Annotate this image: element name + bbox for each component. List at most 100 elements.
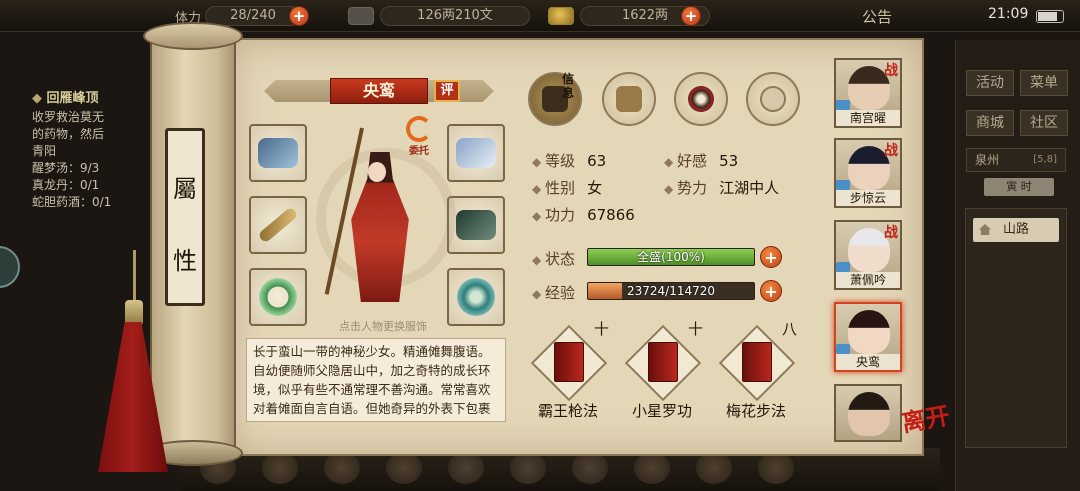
attributes-tab[interactable]: 屬 性 xyxy=(165,128,205,306)
exp-text: 23724/114720 xyxy=(626,284,716,298)
attributes-tab-char-1: 屬 xyxy=(173,175,197,203)
gold-ingot-icon xyxy=(548,7,574,25)
pendant-icon xyxy=(457,278,495,316)
exp-plus-button[interactable]: + xyxy=(760,280,782,302)
leave-button[interactable]: 离开 xyxy=(900,401,960,460)
menu-button[interactable]: 菜单 xyxy=(1020,70,1068,96)
silver-icon xyxy=(348,7,374,25)
roster-member[interactable]: 战 萧佩吟 xyxy=(834,220,902,290)
nav-icon[interactable] xyxy=(262,452,298,484)
level-tag xyxy=(836,344,850,354)
nav-icon[interactable] xyxy=(572,452,608,484)
home-icon xyxy=(979,224,991,235)
tab-items[interactable] xyxy=(602,72,656,126)
roster-member[interactable] xyxy=(834,384,902,442)
skill-book-icon xyxy=(554,342,584,382)
level-tag xyxy=(836,262,850,272)
battery-icon xyxy=(1036,10,1064,23)
quest-item: 醒梦汤：9/3 xyxy=(32,161,100,175)
quest-item: 蛇胆药酒：0/1 xyxy=(32,195,112,209)
nav-icon[interactable] xyxy=(386,452,422,484)
map-item-mountain-road[interactable]: 山路 xyxy=(973,218,1059,242)
equip-slot-armor[interactable] xyxy=(447,196,505,254)
stat-favor: 好感 53 xyxy=(664,150,738,171)
tab-bagua[interactable] xyxy=(674,72,728,126)
activity-button[interactable]: 活动 xyxy=(966,70,1014,96)
equip-slot-robe[interactable] xyxy=(447,124,505,182)
quest-line: 收罗救治莫无 xyxy=(32,110,105,124)
region-coord: [5,8] xyxy=(1033,154,1057,165)
nav-icon[interactable] xyxy=(510,452,546,484)
nav-icon[interactable] xyxy=(696,452,732,484)
skill-slot[interactable]: 十 小星罗功 xyxy=(622,320,703,420)
battle-mark: 战 xyxy=(884,143,898,159)
portrait xyxy=(848,392,890,436)
stamina-plus-button[interactable]: + xyxy=(289,6,309,26)
status-text: 全盛(100%) xyxy=(637,250,705,264)
stat-power: 功力 67866 xyxy=(532,204,635,225)
gloves-icon xyxy=(258,138,298,168)
commission-button[interactable]: 委托 xyxy=(404,116,436,160)
equip-slot-weapon[interactable] xyxy=(249,196,307,254)
roster-member-selected[interactable]: 央鸾 xyxy=(834,302,902,372)
level-tag xyxy=(836,180,850,190)
skill-slot[interactable]: 十 霸王枪法 xyxy=(528,320,609,420)
stat-level-label: 等级 xyxy=(532,152,575,170)
nav-icon[interactable] xyxy=(448,452,484,484)
nav-icon[interactable] xyxy=(758,452,794,484)
silver-resource: 126两210文 xyxy=(348,5,530,27)
attributes-tab-char-2: 性 xyxy=(173,247,197,275)
skill-slot[interactable]: 八 梅花步法 xyxy=(716,320,797,420)
community-button[interactable]: 社区 xyxy=(1020,110,1068,136)
status-label: 状态 xyxy=(532,250,575,268)
battle-mark: 战 xyxy=(884,225,898,241)
map-list xyxy=(965,208,1067,448)
scroll-roller-top xyxy=(143,22,243,50)
status-row: 状态 xyxy=(532,248,575,269)
skill-name: 霸王枪法 xyxy=(537,402,598,420)
tab-meridian[interactable] xyxy=(746,72,800,126)
status-bar: 全盛(100%) xyxy=(587,248,755,266)
rate-button[interactable]: 评 xyxy=(434,80,460,102)
status-plus-button[interactable]: + xyxy=(760,246,782,268)
silver-value: 126两210文 xyxy=(380,6,530,26)
roster-name: 萧佩吟 xyxy=(836,272,900,288)
time-tag: 寅 时 xyxy=(984,178,1054,196)
stat-level: 等级 63 xyxy=(532,150,606,171)
stat-gender-value: 女 xyxy=(587,179,603,197)
stat-power-label: 功力 xyxy=(532,206,575,224)
skill-mark: 八 xyxy=(782,320,798,338)
quest-line: 青阳 xyxy=(32,144,57,158)
clock: 21:09 xyxy=(988,6,1029,22)
equip-slot-gloves[interactable] xyxy=(249,124,307,182)
character-face xyxy=(368,162,386,182)
skill-book-icon xyxy=(648,342,678,382)
stat-faction-value: 江湖中人 xyxy=(719,179,780,197)
stat-gender-label: 性别 xyxy=(532,179,575,197)
side-expand-button[interactable] xyxy=(0,246,20,288)
tab-info-label: 信息 xyxy=(562,72,575,100)
exp-row: 经验 xyxy=(532,282,575,303)
quest-tracker[interactable]: 回雁峰顶 收罗救治莫无 的药物，然后 青阳 醒梦汤：9/3 真龙丹：0/1 蛇胆… xyxy=(32,90,162,211)
equip-slot-ring[interactable] xyxy=(249,268,307,326)
commission-label: 委托 xyxy=(409,146,429,157)
quest-line: 的药物，然后 xyxy=(32,127,105,141)
stat-faction-label: 势力 xyxy=(664,179,707,197)
nav-icon[interactable] xyxy=(324,452,360,484)
nav-icon[interactable] xyxy=(634,452,670,484)
shop-button[interactable]: 商城 xyxy=(966,110,1014,136)
quest-title: 回雁峰顶 xyxy=(32,90,162,107)
roster-member[interactable]: 战 南宫曜 xyxy=(834,58,902,128)
battle-mark: 战 xyxy=(884,63,898,79)
level-tag xyxy=(836,100,850,110)
gold-plus-button[interactable]: + xyxy=(681,6,701,26)
stat-power-value: 67866 xyxy=(587,206,635,224)
announcement-button[interactable]: 公告 xyxy=(862,6,892,27)
change-outfit-hint: 点击人物更换服饰 xyxy=(339,320,427,333)
portrait xyxy=(848,310,890,354)
roster-member[interactable]: 战 步惊云 xyxy=(834,138,902,208)
stat-favor-value: 53 xyxy=(719,152,739,170)
stat-favor-label: 好感 xyxy=(664,152,707,170)
equip-slot-pendant[interactable] xyxy=(447,268,505,326)
skill-name: 梅花步法 xyxy=(725,402,786,420)
